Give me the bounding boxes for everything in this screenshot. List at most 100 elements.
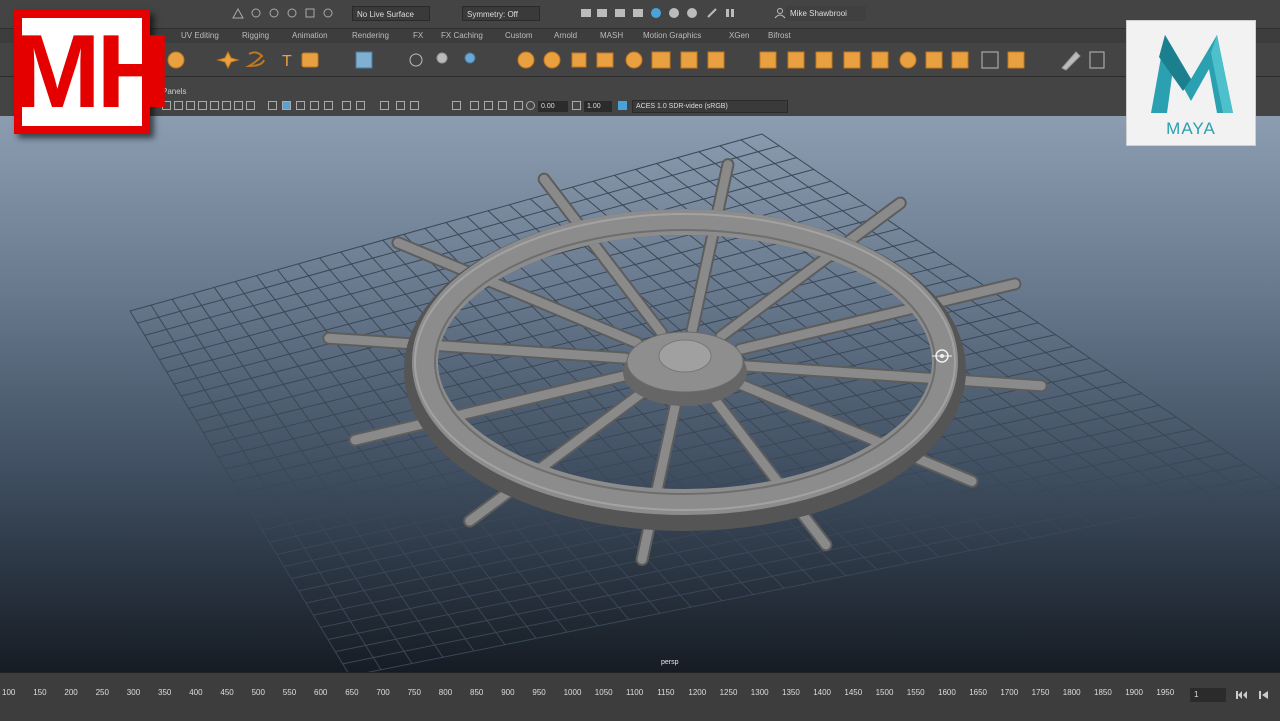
- textured-icon[interactable]: [310, 101, 319, 110]
- xray-joints-icon[interactable]: [484, 101, 493, 110]
- film-gate-icon[interactable]: [246, 101, 255, 110]
- arnold-render-icon[interactable]: [668, 7, 680, 19]
- tab-arnold[interactable]: Arnold: [554, 31, 577, 40]
- exposure-field[interactable]: 0.00: [538, 101, 568, 112]
- tab-mash[interactable]: MASH: [600, 31, 623, 40]
- sphere-icon[interactable]: [167, 51, 185, 69]
- tab-fx[interactable]: FX: [413, 31, 423, 40]
- sparkle-icon[interactable]: [216, 50, 240, 70]
- render-sequence-icon[interactable]: [686, 7, 698, 19]
- tab-rendering[interactable]: Rendering: [352, 31, 389, 40]
- go-to-start-icon[interactable]: [1236, 690, 1248, 700]
- duplicate-face-icon[interactable]: [871, 51, 889, 69]
- target-weld-icon[interactable]: [815, 51, 833, 69]
- curve-tool-icon[interactable]: [245, 51, 265, 68]
- tab-uv-editing[interactable]: UV Editing: [181, 31, 219, 40]
- tab-custom[interactable]: Custom: [505, 31, 533, 40]
- depth-of-field-icon[interactable]: [410, 101, 419, 110]
- bevel-icon[interactable]: [707, 51, 725, 69]
- timeline-tick-label: 200: [64, 688, 78, 697]
- snap-to-view-plane-icon[interactable]: [286, 7, 298, 19]
- smooth-shade-icon[interactable]: [282, 101, 291, 110]
- camera-attributes-icon[interactable]: [514, 101, 523, 110]
- magic-wand-icon[interactable]: [706, 7, 718, 19]
- gamma-field[interactable]: 1.00: [584, 101, 612, 112]
- combine-icon[interactable]: [571, 52, 587, 68]
- multi-cut-icon[interactable]: [787, 51, 805, 69]
- delete-history-icon[interactable]: [436, 52, 448, 64]
- isolate-select-icon[interactable]: [452, 101, 461, 110]
- ipr-render-icon[interactable]: [596, 7, 608, 19]
- extrude-icon[interactable]: [651, 51, 671, 69]
- bookmarks-icon[interactable]: [186, 101, 195, 110]
- shadows-icon[interactable]: [342, 101, 351, 110]
- xray-icon[interactable]: [470, 101, 479, 110]
- append-icon[interactable]: [759, 51, 777, 69]
- wireframe-on-shaded-icon[interactable]: [296, 101, 305, 110]
- 2d-pan-zoom-icon[interactable]: [210, 101, 219, 110]
- current-frame-field[interactable]: 1: [1190, 688, 1226, 702]
- text-tool-icon[interactable]: T: [282, 53, 292, 70]
- lock-camera-icon[interactable]: [174, 101, 183, 110]
- snap-together-icon[interactable]: [322, 7, 334, 19]
- timeline-tick-label: 1850: [1094, 688, 1112, 697]
- xray-components-icon[interactable]: [498, 101, 507, 110]
- render-settings-icon[interactable]: [614, 7, 626, 19]
- symmetry-dropdown[interactable]: Symmetry: Off: [462, 6, 540, 21]
- cube-icon[interactable]: [843, 51, 861, 69]
- anti-aliasing-icon[interactable]: [396, 101, 405, 110]
- ambient-occlusion-icon[interactable]: [356, 101, 365, 110]
- step-back-icon[interactable]: [1258, 690, 1270, 700]
- hypershade-icon[interactable]: [632, 7, 644, 19]
- gamma-icon[interactable]: [572, 101, 581, 110]
- timeline-tick-label: 900: [501, 688, 515, 697]
- boolean-icon[interactable]: [625, 51, 643, 69]
- wheel-spoke-highlight: [687, 160, 733, 335]
- tab-xgen[interactable]: XGen: [729, 31, 749, 40]
- pencil-icon[interactable]: [1061, 51, 1081, 71]
- image-plane-icon[interactable]: [198, 101, 207, 110]
- grid-toggle-icon[interactable]: [234, 101, 243, 110]
- live-surface-dropdown[interactable]: No Live Surface: [352, 6, 430, 21]
- lathe-icon[interactable]: [517, 51, 535, 69]
- ship-wheel-model[interactable]: [322, 158, 1048, 566]
- panel-menu-bar: Panels: [0, 84, 1280, 98]
- revolve-icon[interactable]: [543, 51, 561, 69]
- snap-to-curve-icon[interactable]: [250, 7, 262, 19]
- render-view-icon[interactable]: [650, 7, 662, 19]
- book-icon[interactable]: [1089, 51, 1105, 69]
- user-account-dropdown[interactable]: Mike Shawbrooi: [786, 6, 866, 21]
- slide-edge-icon[interactable]: [951, 51, 969, 69]
- wireframe-icon[interactable]: [268, 101, 277, 110]
- insert-loop-icon[interactable]: [899, 51, 917, 69]
- motion-blur-icon[interactable]: [380, 101, 389, 110]
- viewport-scene: [129, 133, 1280, 672]
- tab-rigging[interactable]: Rigging: [242, 31, 269, 40]
- tab-fx-caching[interactable]: FX Caching: [441, 31, 483, 40]
- snap-to-grid-icon[interactable]: [232, 7, 244, 19]
- smooth-icon[interactable]: [1007, 51, 1025, 69]
- pause-icon[interactable]: [724, 7, 736, 19]
- user-icon[interactable]: [774, 7, 786, 19]
- render-current-frame-icon[interactable]: [580, 7, 592, 19]
- outliner-icon[interactable]: [355, 51, 373, 69]
- tab-bifrost[interactable]: Bifrost: [768, 31, 791, 40]
- tab-motion-graphics[interactable]: Motion Graphics: [643, 31, 701, 40]
- timeline-tick-label: 1900: [1125, 688, 1143, 697]
- timeline-tick-label: 1150: [657, 688, 675, 697]
- offset-loop-icon[interactable]: [925, 51, 943, 69]
- bridge-icon[interactable]: [680, 51, 698, 69]
- view-transform-dropdown[interactable]: ACES 1.0 SDR-video (sRGB): [632, 100, 788, 113]
- grease-pencil-icon[interactable]: [222, 101, 231, 110]
- use-all-lights-icon[interactable]: [324, 101, 333, 110]
- separate-icon[interactable]: [596, 52, 614, 68]
- pivot-icon[interactable]: [409, 53, 423, 67]
- snap-to-point-icon[interactable]: [268, 7, 280, 19]
- tab-animation[interactable]: Animation: [292, 31, 328, 40]
- make-live-icon[interactable]: [304, 7, 316, 19]
- exposure-icon[interactable]: [526, 101, 535, 110]
- freeze-transform-icon[interactable]: [464, 52, 476, 64]
- color-management-icon[interactable]: [618, 101, 627, 110]
- crease-icon[interactable]: [981, 51, 999, 69]
- svg-icon[interactable]: [301, 52, 319, 68]
